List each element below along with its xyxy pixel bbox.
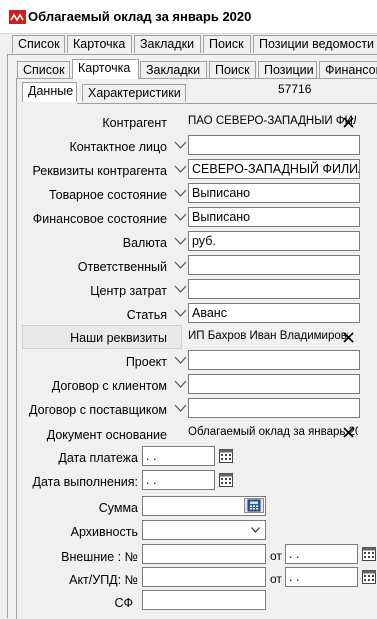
calculator-icon bbox=[247, 499, 261, 512]
finansovoe-field[interactable]: Выписано bbox=[188, 207, 360, 227]
akt-upd-field[interactable] bbox=[142, 567, 266, 587]
tab-finansovoe-2[interactable]: Финансов bbox=[319, 61, 377, 79]
sf-field[interactable] bbox=[142, 590, 266, 610]
tab-kartochka-2[interactable]: Карточка bbox=[72, 59, 139, 79]
data-vypolneniya-label: Дата выполнения: bbox=[32, 475, 139, 489]
clear-dokument-icon[interactable] bbox=[343, 427, 354, 438]
vneshnie-label: Внешние : № bbox=[61, 550, 138, 564]
statya-field[interactable]: Аванс bbox=[188, 303, 360, 323]
proekt-label: Проект bbox=[125, 355, 167, 369]
summa-label: Сумма bbox=[98, 501, 138, 515]
finansovoe-dropdown-icon[interactable] bbox=[174, 212, 187, 222]
otvetstvenny-label: Ответственный bbox=[77, 260, 167, 274]
rekvizity-kontragenta-label: Реквизиты контрагента bbox=[32, 164, 168, 178]
akt-upd-date-field[interactable]: . . bbox=[285, 567, 358, 587]
tab-poisk[interactable]: Поиск bbox=[203, 35, 251, 53]
tab-zakladki[interactable]: Закладки bbox=[134, 35, 201, 53]
otvetstvenny-field[interactable] bbox=[188, 255, 360, 275]
tab-divider-3 bbox=[77, 103, 377, 104]
rekvizity-dropdown-icon[interactable] bbox=[174, 164, 187, 174]
data-platezha-label: Дата платежа bbox=[58, 451, 138, 465]
valyuta-label: Валюта bbox=[122, 236, 167, 250]
tab-pozicii-vedomosti[interactable]: Позиции ведомости н bbox=[253, 35, 377, 53]
dogovor-postavshik-label: Договор с поставщиком bbox=[29, 403, 167, 417]
kontragent-label: Контрагент bbox=[102, 116, 167, 130]
tab-spisok[interactable]: Список bbox=[12, 35, 65, 53]
title-bar: Облагаемый оклад за январь 2020 bbox=[0, 0, 377, 34]
tab-poisk-2[interactable]: Поиск bbox=[209, 61, 256, 79]
window-title: Облагаемый оклад за январь 2020 bbox=[28, 9, 252, 24]
centr-zatrat-field[interactable] bbox=[188, 279, 360, 299]
kontakt-field[interactable] bbox=[188, 135, 360, 155]
clear-nashi-rekvizity-icon[interactable] bbox=[343, 332, 354, 343]
centr-zatrat-label: Центр затрат bbox=[90, 284, 167, 298]
statya-dropdown-icon[interactable] bbox=[174, 308, 187, 318]
data-platezha-field[interactable]: . . bbox=[142, 446, 215, 466]
vneshnie-field[interactable] bbox=[142, 544, 266, 564]
proekt-field[interactable] bbox=[188, 350, 360, 370]
dogovor-postavshik-field[interactable] bbox=[188, 398, 360, 418]
nashi-rekvizity-label: Наши реквизиты bbox=[70, 331, 167, 345]
tovarnoe-label: Товарное состояние bbox=[48, 188, 167, 202]
tab-kartochka[interactable]: Карточка bbox=[67, 35, 132, 53]
calendar-vneshnie-icon[interactable] bbox=[362, 546, 376, 561]
dokument-osnovanie-value[interactable]: Облагаемый оклад за январь 2020 bbox=[188, 426, 358, 438]
valyuta-dropdown-icon[interactable] bbox=[174, 236, 187, 246]
arhivnost-label: Архивность bbox=[70, 525, 138, 539]
vneshnie-ot-label: от bbox=[270, 549, 282, 563]
tab-harakteristiki[interactable]: Характеристики bbox=[82, 84, 186, 102]
dogovor-klient-label: Договор с клиентом bbox=[51, 379, 167, 393]
akt-upd-ot-label: от bbox=[270, 572, 282, 586]
dokument-osnovanie-label: Документ основание bbox=[46, 428, 167, 442]
akt-upd-label: Акт/УПД: № bbox=[69, 573, 138, 587]
calendar-akt-upd-icon[interactable] bbox=[362, 569, 376, 584]
tab-dannye[interactable]: Данные bbox=[22, 82, 77, 102]
kontragent-value[interactable]: ПАО СЕВЕРО-ЗАПАДНЫЙ ФИЛИАЛ bbox=[188, 115, 356, 127]
otvetstvenny-dropdown-icon[interactable] bbox=[174, 260, 187, 270]
sf-label: СФ bbox=[114, 596, 133, 610]
calendar-platezha-icon[interactable] bbox=[219, 448, 233, 463]
dogovor-klient-field[interactable] bbox=[188, 374, 360, 394]
vneshnie-date-field[interactable]: . . bbox=[285, 544, 358, 564]
kontakt-label: Контактное лицо bbox=[69, 140, 167, 154]
dogovor-klient-dropdown-icon[interactable] bbox=[174, 379, 187, 389]
top-tab-bar: Список Карточка Закладки Поиск Позиции в… bbox=[0, 35, 377, 55]
arhivnost-select[interactable] bbox=[142, 520, 266, 540]
centr-zatrat-dropdown-icon[interactable] bbox=[174, 284, 187, 294]
record-id: 57716 bbox=[278, 82, 312, 96]
clear-kontragent-icon[interactable] bbox=[343, 117, 354, 128]
tab-zakladki-2[interactable]: Закладки bbox=[140, 61, 207, 79]
nashi-rekvizity-value[interactable]: ИП Бахров Иван Владимирович bbox=[188, 330, 348, 342]
tab-pozicii-2[interactable]: Позиции bbox=[258, 61, 317, 79]
arhivnost-chevron-down-icon[interactable] bbox=[251, 527, 260, 533]
calculator-button[interactable] bbox=[244, 498, 264, 513]
dogovor-postavshik-dropdown-icon[interactable] bbox=[174, 403, 187, 413]
third-tab-bar: Данные Характеристики bbox=[0, 82, 377, 104]
calendar-vypolneniya-icon[interactable] bbox=[219, 472, 233, 487]
tab-spisok-2[interactable]: Список bbox=[17, 61, 70, 79]
tovarnoe-dropdown-icon[interactable] bbox=[174, 188, 187, 198]
data-vypolneniya-field[interactable]: . . bbox=[142, 470, 215, 490]
valyuta-field[interactable]: руб. bbox=[188, 231, 360, 251]
app-logo-icon bbox=[9, 10, 26, 24]
finansovoe-label: Финансовое состояние bbox=[32, 212, 167, 226]
proekt-dropdown-icon[interactable] bbox=[174, 355, 187, 365]
rekvizity-kontragenta-field[interactable]: СЕВЕРО-ЗАПАДНЫЙ ФИЛИАЛ bbox=[188, 159, 360, 179]
statya-label: Статья bbox=[126, 308, 167, 322]
kontakt-dropdown-icon[interactable] bbox=[174, 140, 187, 150]
tovarnoe-field[interactable]: Выписано bbox=[188, 183, 360, 203]
